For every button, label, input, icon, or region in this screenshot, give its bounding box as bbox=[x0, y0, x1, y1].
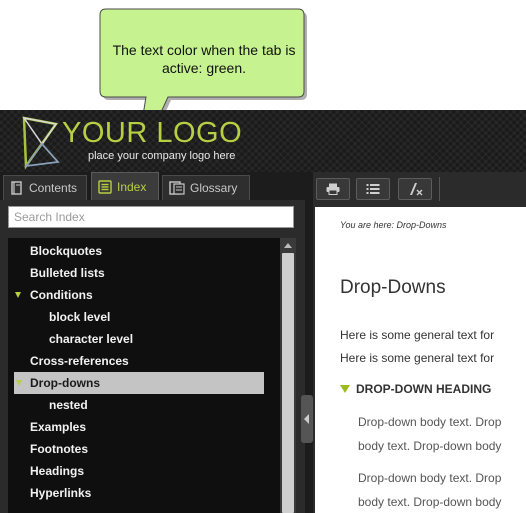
index-panel: Blockquotes Bulleted lists Conditions block… bbox=[8, 238, 296, 513]
breadcrumb: You are here: Drop-Downs bbox=[340, 220, 447, 230]
toc-list-icon bbox=[366, 184, 380, 194]
index-item-label: Examples bbox=[30, 420, 87, 434]
body-paragraph: Here is some general text for bbox=[340, 328, 495, 342]
sidebar: Blockquotes Bulleted lists Conditions block… bbox=[0, 200, 305, 513]
glossary-book-icon bbox=[169, 181, 185, 195]
topic-toolbar bbox=[313, 172, 526, 204]
index-list: Blockquotes Bulleted lists Conditions block… bbox=[8, 240, 280, 504]
remove-highlight-button[interactable] bbox=[398, 178, 432, 200]
help-app: YOUR LOGO place your company logo here C… bbox=[0, 110, 526, 513]
index-item[interactable]: Conditions bbox=[8, 284, 280, 306]
remove-highlight-icon bbox=[410, 183, 423, 196]
index-item[interactable]: Headings bbox=[8, 460, 280, 482]
index-item[interactable]: Hyperlinks bbox=[8, 482, 280, 504]
nav-tabs: Contents Index Glossary bbox=[0, 172, 305, 200]
index-item[interactable]: character level bbox=[8, 328, 280, 350]
dropdown-body-text: Drop-down body text. Drop bbox=[358, 415, 502, 429]
index-item-label: Headings bbox=[30, 464, 85, 478]
index-item[interactable]: Examples bbox=[8, 416, 280, 438]
logo-tagline: place your company logo here bbox=[88, 150, 236, 162]
page-title: Drop-Downs bbox=[340, 277, 446, 298]
tab-glossary[interactable]: Glossary bbox=[162, 175, 250, 200]
logo-icon bbox=[22, 116, 60, 170]
list-icon bbox=[98, 179, 112, 194]
print-icon bbox=[326, 183, 340, 195]
print-button[interactable] bbox=[316, 178, 350, 200]
toolbar-divider bbox=[439, 177, 440, 201]
dropdown-expanded-icon bbox=[340, 385, 350, 393]
toc-button[interactable] bbox=[356, 178, 390, 200]
index-item[interactable]: Blockquotes bbox=[8, 240, 280, 262]
dropdown-body-text: Drop-down body text. Drop bbox=[358, 471, 502, 485]
body-paragraph: Here is some general text for bbox=[340, 351, 495, 365]
dropdown-heading[interactable]: DROP-DOWN HEADING bbox=[340, 382, 491, 396]
index-item[interactable]: Drop-downs bbox=[14, 372, 264, 394]
dropdown-heading-label: DROP-DOWN HEADING bbox=[356, 382, 492, 396]
tab-contents-label: Contents bbox=[29, 181, 78, 195]
tab-glossary-label: Glossary bbox=[190, 181, 238, 195]
index-item-label: Conditions bbox=[30, 288, 93, 302]
topic-body: You are here: Drop-Downs Drop-Downs Here… bbox=[315, 207, 526, 513]
index-item-label: Drop-downs bbox=[30, 376, 100, 390]
callout-text: The text color when the tab is active: g… bbox=[112, 42, 296, 76]
header: YOUR LOGO place your company logo here bbox=[0, 110, 526, 172]
index-item-label: Cross-references bbox=[30, 354, 129, 368]
index-item[interactable]: nested bbox=[8, 394, 280, 416]
tab-contents[interactable]: Contents bbox=[3, 175, 87, 200]
collapse-sidebar-handle[interactable] bbox=[301, 395, 313, 443]
index-item-label: character level bbox=[49, 332, 134, 346]
expand-triangle-icon bbox=[16, 380, 22, 386]
index-item-label: block level bbox=[49, 310, 111, 324]
scrollbar-thumb[interactable] bbox=[282, 253, 294, 513]
index-item[interactable]: Cross-references bbox=[8, 350, 280, 372]
tab-index-label: Index bbox=[117, 179, 147, 194]
scrollbar[interactable] bbox=[280, 238, 296, 513]
dropdown-body-text: body text. Drop-down body bbox=[358, 439, 502, 453]
expand-triangle-icon bbox=[15, 292, 21, 298]
chevron-left-icon bbox=[304, 414, 309, 424]
scroll-up-arrow-icon[interactable] bbox=[280, 238, 296, 252]
book-icon bbox=[11, 181, 22, 195]
index-item[interactable]: Footnotes bbox=[8, 438, 280, 460]
dropdown-body-text: body text. Drop-down body bbox=[358, 495, 502, 509]
index-item-label: Blockquotes bbox=[30, 244, 103, 258]
index-item[interactable]: Bulleted lists bbox=[8, 262, 280, 284]
logo-text: YOUR LOGO bbox=[62, 117, 243, 149]
tab-index[interactable]: Index bbox=[91, 172, 159, 200]
callout: The text color when the tab is active: g… bbox=[0, 0, 526, 174]
content-pane: You are here: Drop-Downs Drop-Downs Here… bbox=[313, 172, 526, 513]
index-item-label: Bulleted lists bbox=[30, 266, 105, 280]
search-index-input[interactable] bbox=[8, 206, 294, 228]
index-item-label: Hyperlinks bbox=[30, 486, 92, 500]
index-item-label: Footnotes bbox=[30, 442, 88, 456]
index-item[interactable]: block level bbox=[8, 306, 280, 328]
index-item-label: nested bbox=[49, 398, 88, 412]
